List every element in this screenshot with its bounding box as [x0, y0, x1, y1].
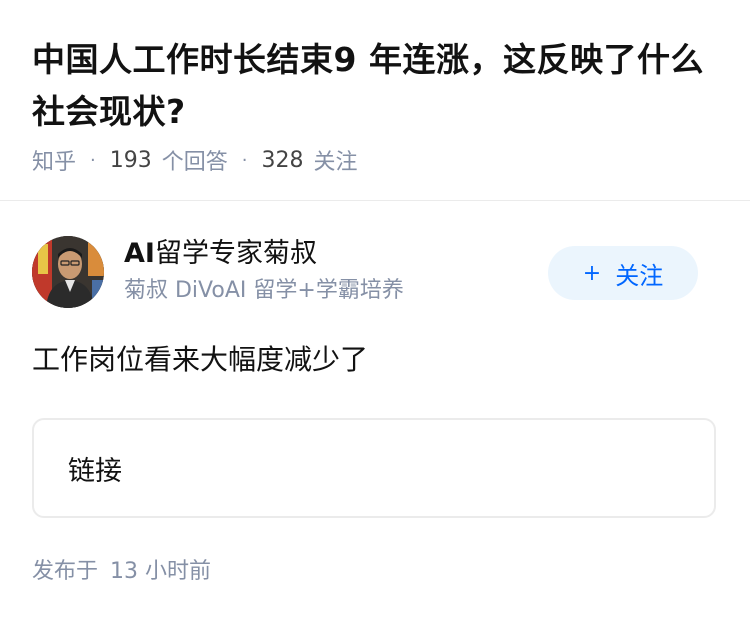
question-title[interactable]: 中国人工作时长结束9 年连涨，这反映了什么社会现状? [32, 34, 722, 138]
author-name-rest: 留学专家菊叔 [154, 238, 317, 269]
answer-count-label: 个回答 [161, 150, 228, 175]
author-bio: 菊叔 DiVoAI 留学+学霸培养 [124, 278, 404, 303]
follow-button[interactable]: + 关注 [548, 246, 698, 300]
author-name-prefix: AI [124, 238, 155, 269]
published-time: 13 小时前 [110, 559, 212, 584]
link-card[interactable]: 链接 [32, 418, 716, 518]
answer-page: 中国人工作时长结束9 年连涨，这反映了什么社会现状? 知乎 · 193 个回答 … [0, 0, 750, 624]
follow-count: 328 [261, 147, 304, 173]
meta-separator: · [241, 149, 248, 171]
author-name[interactable]: AI留学专家菊叔 [124, 234, 544, 274]
author-card: AI留学专家菊叔 菊叔 DiVoAI 留学+学霸培养 + 关注 [32, 234, 718, 310]
plus-icon: + [582, 260, 602, 286]
link-label: 链接 [68, 455, 122, 487]
follow-count-label: 关注 [313, 150, 358, 175]
question-header: 中国人工作时长结束9 年连涨，这反映了什么社会现状? 知乎 · 193 个回答 … [0, 0, 750, 201]
meta-separator: · [90, 149, 96, 171]
answer-count: 193 [109, 147, 152, 173]
author-info: AI留学专家菊叔 菊叔 DiVoAI 留学+学霸培养 [124, 234, 544, 308]
published-label: 发布于 [32, 559, 99, 584]
answer-text: 工作岗位看来大幅度减少了 [32, 343, 369, 376]
avatar[interactable] [32, 236, 104, 308]
source-label[interactable]: 知乎 [32, 144, 76, 176]
question-meta: 知乎 · 193 个回答 · 328 关注 [32, 142, 358, 178]
publish-info: 发布于 13 小时前 [32, 554, 211, 590]
follow-button-label: 关注 [615, 261, 664, 290]
person-photo-icon [32, 236, 104, 308]
